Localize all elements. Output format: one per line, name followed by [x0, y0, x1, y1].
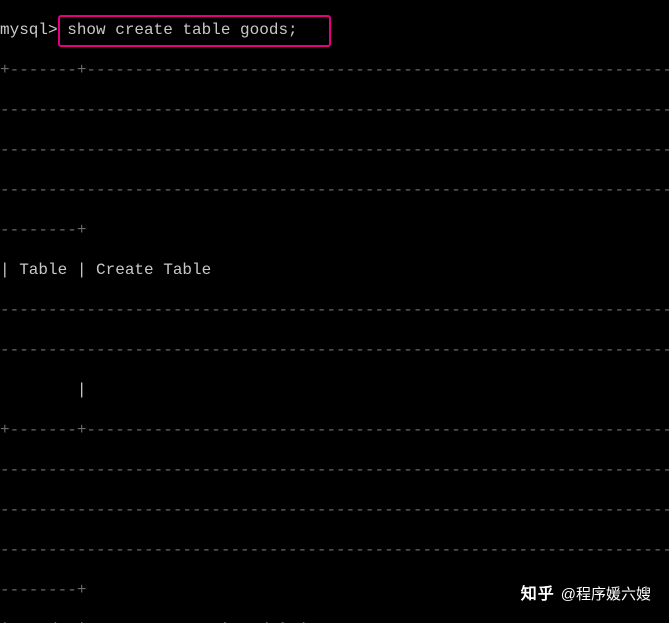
- mysql-prompt[interactable]: mysql>: [0, 21, 58, 39]
- border-line: ----------------------------------------…: [0, 340, 669, 360]
- border-line: --------+: [0, 220, 669, 240]
- zhihu-logo-text: 知乎: [521, 585, 555, 605]
- border-line: ----------------------------------------…: [0, 100, 669, 120]
- border-line: ----------------------------------------…: [0, 180, 669, 200]
- sql-command: show create table goods;: [67, 21, 297, 39]
- table-blank: |: [0, 380, 669, 400]
- border-line: +-------+-------------------------------…: [0, 420, 669, 440]
- border-line: ----------------------------------------…: [0, 540, 669, 560]
- border-line: ----------------------------------------…: [0, 140, 669, 160]
- border-line: ----------------------------------------…: [0, 460, 669, 480]
- border-line: ----------------------------------------…: [0, 500, 669, 520]
- zhihu-watermark: 知乎 @程序媛六嫂: [521, 585, 651, 605]
- border-line: +-------+-------------------------------…: [0, 60, 669, 80]
- terminal-output: mysql> show create table goods; +-------…: [0, 0, 669, 623]
- zhihu-user: @程序媛六嫂: [561, 585, 651, 605]
- border-line: ----------------------------------------…: [0, 300, 669, 320]
- table-header: | Table | Create Table: [0, 260, 669, 280]
